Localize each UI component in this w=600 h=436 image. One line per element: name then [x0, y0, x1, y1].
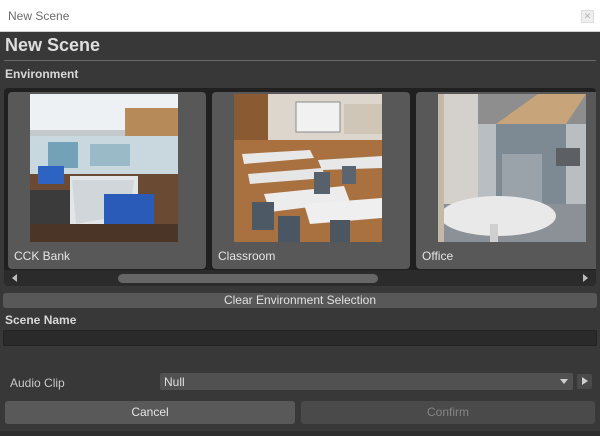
- clear-environment-selection-button[interactable]: Clear Environment Selection: [3, 293, 597, 308]
- environment-card-classroom[interactable]: Classroom: [212, 92, 410, 269]
- environment-card-office[interactable]: Office: [416, 92, 596, 269]
- window-title: New Scene: [8, 9, 70, 23]
- audio-clip-dropdown[interactable]: Null: [160, 373, 573, 390]
- environment-card-label: CCK Bank: [14, 249, 71, 263]
- cck-bank-thumbnail: [30, 94, 178, 242]
- environment-horizontal-scrollbar[interactable]: [4, 270, 596, 286]
- chevron-down-icon: [560, 379, 568, 384]
- scrollbar-thumb[interactable]: [118, 274, 378, 283]
- confirm-button[interactable]: Confirm: [301, 401, 595, 424]
- environment-card-label: Classroom: [218, 249, 276, 263]
- scene-name-input[interactable]: [3, 330, 597, 346]
- bottom-edge: [0, 431, 600, 436]
- play-icon: [582, 377, 588, 385]
- office-thumbnail: [438, 94, 586, 242]
- audio-play-button[interactable]: [577, 374, 592, 389]
- environment-scroll-view[interactable]: CCK Bank Classroom Office: [4, 88, 596, 286]
- classroom-thumbnail: [234, 94, 382, 242]
- environment-card-label: Office: [422, 249, 454, 263]
- scene-name-label: Scene Name: [5, 313, 77, 327]
- audio-clip-label: Audio Clip: [10, 376, 65, 390]
- title-divider: [4, 60, 596, 61]
- environment-card-cck-bank[interactable]: CCK Bank: [8, 92, 206, 269]
- scroll-left-icon[interactable]: [12, 274, 17, 282]
- audio-clip-value: Null: [164, 375, 185, 389]
- scroll-right-icon[interactable]: [583, 274, 588, 282]
- close-icon[interactable]: ✕: [581, 10, 594, 23]
- environment-section-label: Environment: [5, 67, 79, 81]
- cancel-button[interactable]: Cancel: [5, 401, 295, 424]
- page-title: New Scene: [5, 35, 101, 55]
- window-titlebar: New Scene ✕: [0, 0, 600, 32]
